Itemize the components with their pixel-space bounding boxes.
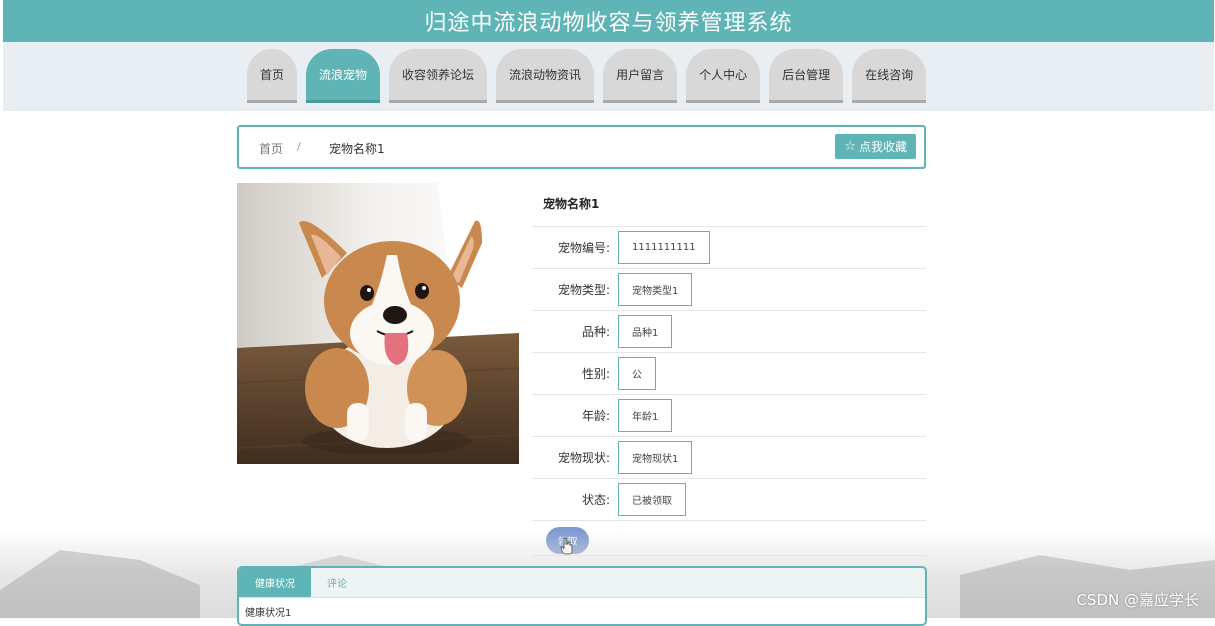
detail-tabs: 健康状况 评论 健康状况1 [237,566,927,626]
pet-details: 宠物名称1 宠物编号: 1111111111 宠物类型: 宠物类型1 品种: 品… [532,183,926,556]
nav-tab-admin[interactable]: 后台管理 [769,49,844,103]
pet-name: 宠物名称1 [532,183,926,227]
nav-tab-adoption-forum[interactable]: 收容领养论坛 [389,49,488,103]
favorite-button[interactable]: ☆ 点我收藏 [835,134,916,159]
field-value: 宠物现状1 [618,441,693,474]
tab-bar: 健康状况 评论 [239,568,925,598]
watermark: CSDN @嘉应学长 [1076,591,1199,609]
breadcrumb: 首页 / 宠物名称1 ☆ 点我收藏 [237,125,926,169]
field-label: 品种: [581,325,610,339]
field-value: 宠物类型1 [618,273,693,306]
nav-tab-personal-center[interactable]: 个人中心 [686,49,761,103]
field-value: 公 [618,357,656,390]
nav-tab-user-messages[interactable]: 用户留言 [603,49,678,103]
breadcrumb-separator: / [297,140,301,153]
field-label: 宠物类型: [557,283,610,297]
field-value: 年龄1 [618,399,673,432]
field-row-pet-type: 宠物类型: 宠物类型1 [532,269,926,311]
field-value: 已被领取 [618,483,686,516]
field-row-breed: 品种: 品种1 [532,311,926,353]
field-label: 性别: [581,367,610,381]
corgi-puppy-image [237,183,519,464]
nav-tab-home[interactable]: 首页 [247,49,298,103]
field-row-state: 状态: 已被领取 [532,479,926,521]
tab-content: 健康状况1 [245,608,292,619]
field-label: 状态: [581,493,610,507]
star-icon: ☆ [844,139,856,154]
main-nav: 首页 流浪宠物 收容领养论坛 流浪动物资讯 用户留言 个人中心 后台管理 在线咨… [247,47,927,103]
field-value: 品种1 [618,315,673,348]
field-row-age: 年龄: 年龄1 [532,395,926,437]
breadcrumb-home-link[interactable]: 首页 [259,140,283,157]
field-label: 年龄: [581,409,610,423]
field-row-gender: 性别: 公 [532,353,926,395]
nav-tab-stray-pets[interactable]: 流浪宠物 [306,49,381,103]
nav-tab-animal-news[interactable]: 流浪动物资讯 [496,49,595,103]
pet-photo [237,183,519,464]
field-value: 1111111111 [618,231,710,264]
site-title: 归途中流浪动物收容与领养管理系统 [3,0,1214,42]
nav-tab-online-consult[interactable]: 在线咨询 [852,49,927,103]
field-label: 宠物现状: [557,451,610,465]
field-label: 宠物编号: [557,241,610,255]
favorite-button-label: 点我收藏 [858,140,907,154]
field-row-pet-status: 宠物现状: 宠物现状1 [532,437,926,479]
field-row-pet-number: 宠物编号: 1111111111 [532,227,926,269]
breadcrumb-current: 宠物名称1 [329,142,385,156]
tab-comments[interactable]: 评论 [311,568,363,597]
tab-health-status[interactable]: 健康状况 [239,568,311,597]
